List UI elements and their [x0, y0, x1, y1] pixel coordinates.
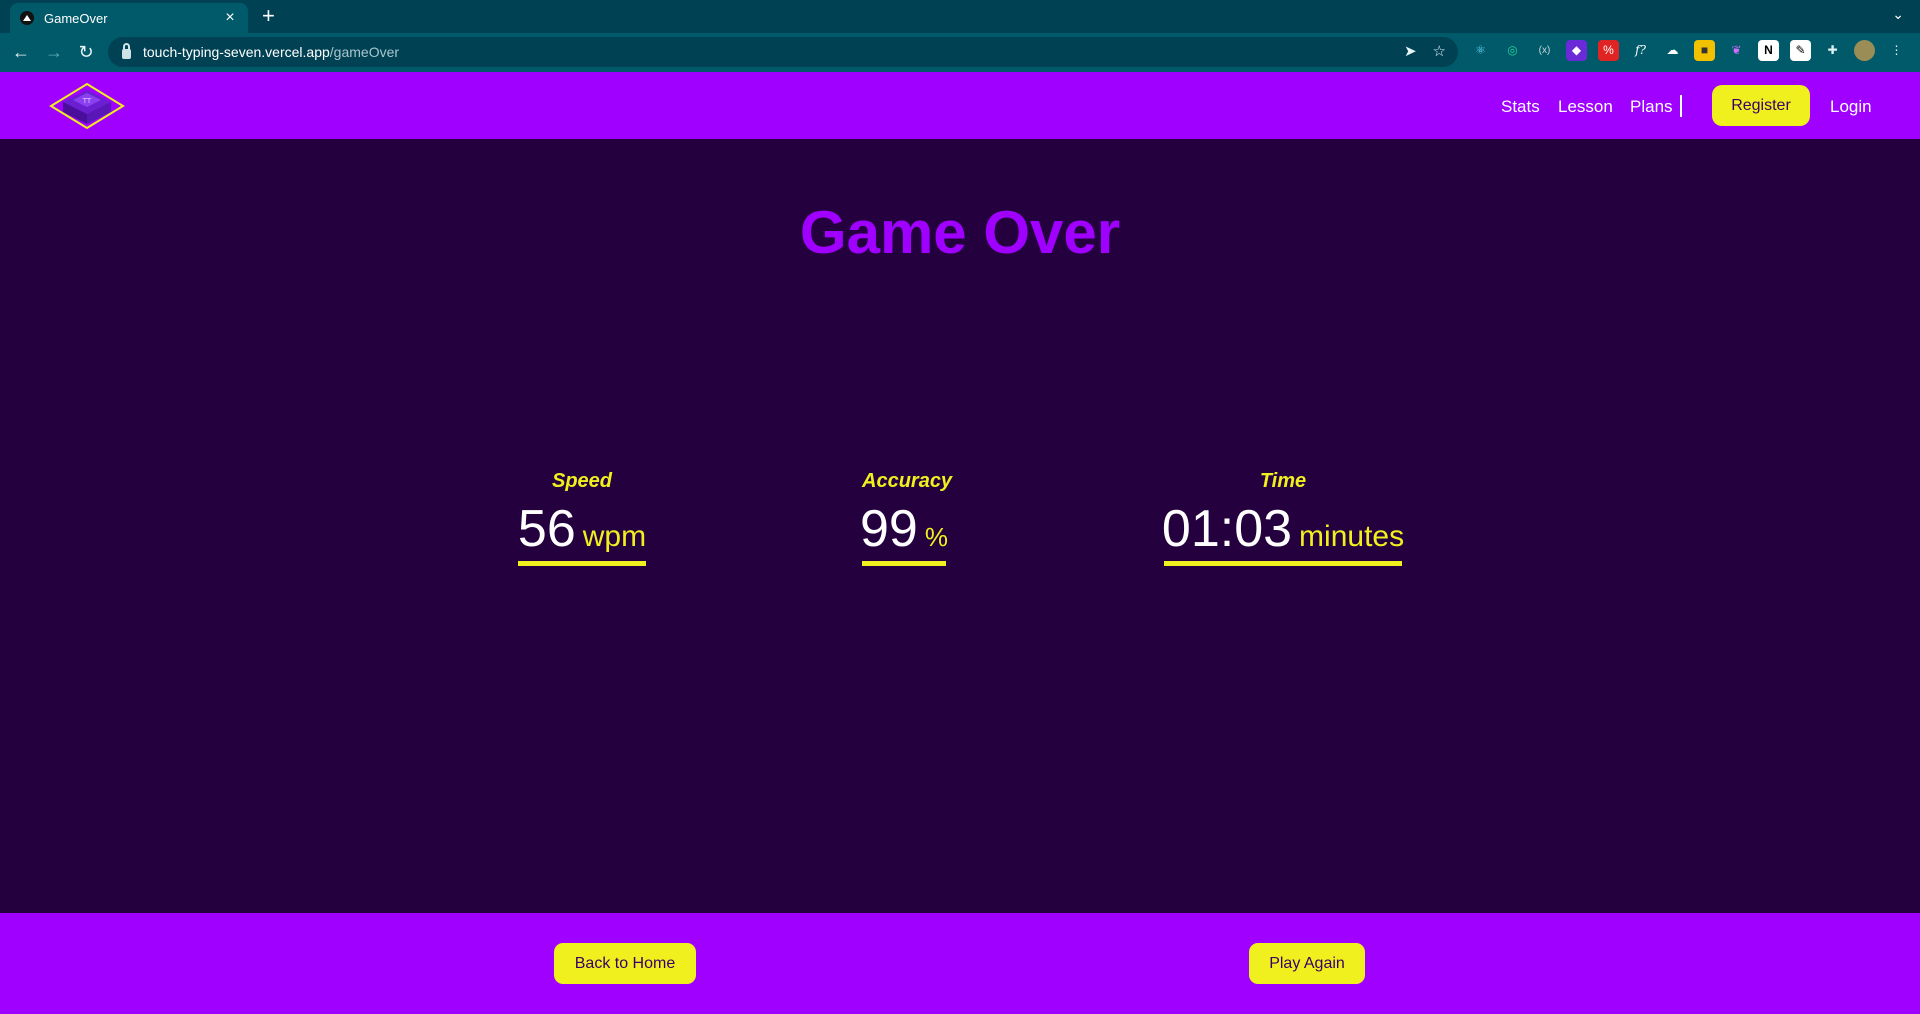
- variables-extension-icon[interactable]: (x): [1534, 40, 1555, 61]
- nav-divider: [1680, 95, 1682, 117]
- percent-extension-icon[interactable]: %: [1598, 40, 1619, 61]
- avatar[interactable]: [1854, 40, 1875, 61]
- extensions-bar: ⚛ ◎ (x) ◆ % f? ☁ ■ ❦ N ✎ ✚ ⋮: [1470, 40, 1907, 61]
- login-link[interactable]: Login: [1830, 97, 1872, 117]
- nav-stats[interactable]: Stats: [1501, 97, 1540, 117]
- kebab-menu-icon[interactable]: ⋮: [1886, 40, 1907, 61]
- stat-label: Accuracy: [862, 470, 953, 492]
- chevron-down-icon[interactable]: ⌄: [1892, 6, 1904, 23]
- cloud-extension-icon[interactable]: ☁: [1662, 40, 1683, 61]
- logo-icon[interactable]: TT: [49, 82, 125, 130]
- footer-bar: Back to Home Play Again: [0, 913, 1920, 1014]
- reload-icon[interactable]: ↻: [75, 41, 97, 63]
- stat-label: Speed: [551, 470, 613, 492]
- stat-value: 56: [517, 500, 576, 558]
- sticky-note-extension-icon[interactable]: ■: [1694, 40, 1715, 61]
- stat-label: Time: [1259, 470, 1307, 492]
- back-arrow-icon[interactable]: ←: [10, 41, 32, 63]
- stat-value: 99: [860, 500, 918, 558]
- play-again-button[interactable]: Play Again: [1249, 943, 1365, 984]
- target-extension-icon[interactable]: ◎: [1502, 40, 1523, 61]
- svg-text:TT: TT: [82, 97, 92, 105]
- nav-plans[interactable]: Plans: [1630, 97, 1673, 117]
- browser-toolbar: ← → ↻ touch-typing-seven.vercel.app/game…: [0, 33, 1920, 72]
- address-bar[interactable]: touch-typing-seven.vercel.app/gameOver ➤…: [108, 37, 1458, 67]
- stat-time: Time 01:03 minutes: [1161, 470, 1405, 566]
- lock-icon[interactable]: [122, 42, 131, 59]
- page-title: Game Over: [799, 199, 1121, 266]
- vercel-favicon-icon: [20, 11, 34, 25]
- purple-cube-extension-icon[interactable]: ◆: [1566, 40, 1587, 61]
- stat-underline: [862, 561, 946, 566]
- close-tab-icon[interactable]: ×: [222, 9, 238, 27]
- browser-tab[interactable]: GameOver ×: [10, 3, 248, 33]
- feather-extension-icon[interactable]: ❦: [1726, 40, 1747, 61]
- register-button[interactable]: Register: [1712, 85, 1810, 126]
- puzzle-extensions-icon[interactable]: ✚: [1822, 40, 1843, 61]
- forward-arrow-icon[interactable]: →: [43, 41, 65, 63]
- formula-extension-icon[interactable]: f?: [1630, 40, 1651, 61]
- edit-extension-icon[interactable]: ✎: [1790, 40, 1811, 61]
- react-devtools-icon[interactable]: ⚛: [1470, 40, 1491, 61]
- tab-title: GameOver: [44, 10, 108, 26]
- stat-underline: [1164, 561, 1402, 566]
- star-icon[interactable]: ☆: [1433, 42, 1446, 60]
- back-to-home-button[interactable]: Back to Home: [554, 943, 696, 984]
- stat-speed: Speed 56 wpm: [518, 470, 646, 566]
- stat-value: 01:03: [1161, 500, 1293, 558]
- nav-lesson[interactable]: Lesson: [1558, 97, 1613, 117]
- new-tab-icon[interactable]: +: [262, 4, 275, 28]
- send-icon[interactable]: ➤: [1404, 42, 1417, 60]
- stat-accuracy: Accuracy 99 %: [860, 470, 953, 566]
- stat-unit: minutes: [1299, 520, 1405, 553]
- stat-unit: wpm: [582, 520, 647, 553]
- browser-tab-bar: GameOver × + ⌄: [0, 0, 1920, 33]
- notion-icon[interactable]: N: [1758, 40, 1779, 61]
- stat-unit: %: [924, 522, 948, 552]
- stat-underline: [518, 561, 646, 566]
- url-host: touch-typing-seven.vercel.app: [143, 44, 330, 60]
- app-header: TT Stats Lesson Plans Register Login: [0, 72, 1920, 139]
- url-path: /gameOver: [329, 44, 400, 60]
